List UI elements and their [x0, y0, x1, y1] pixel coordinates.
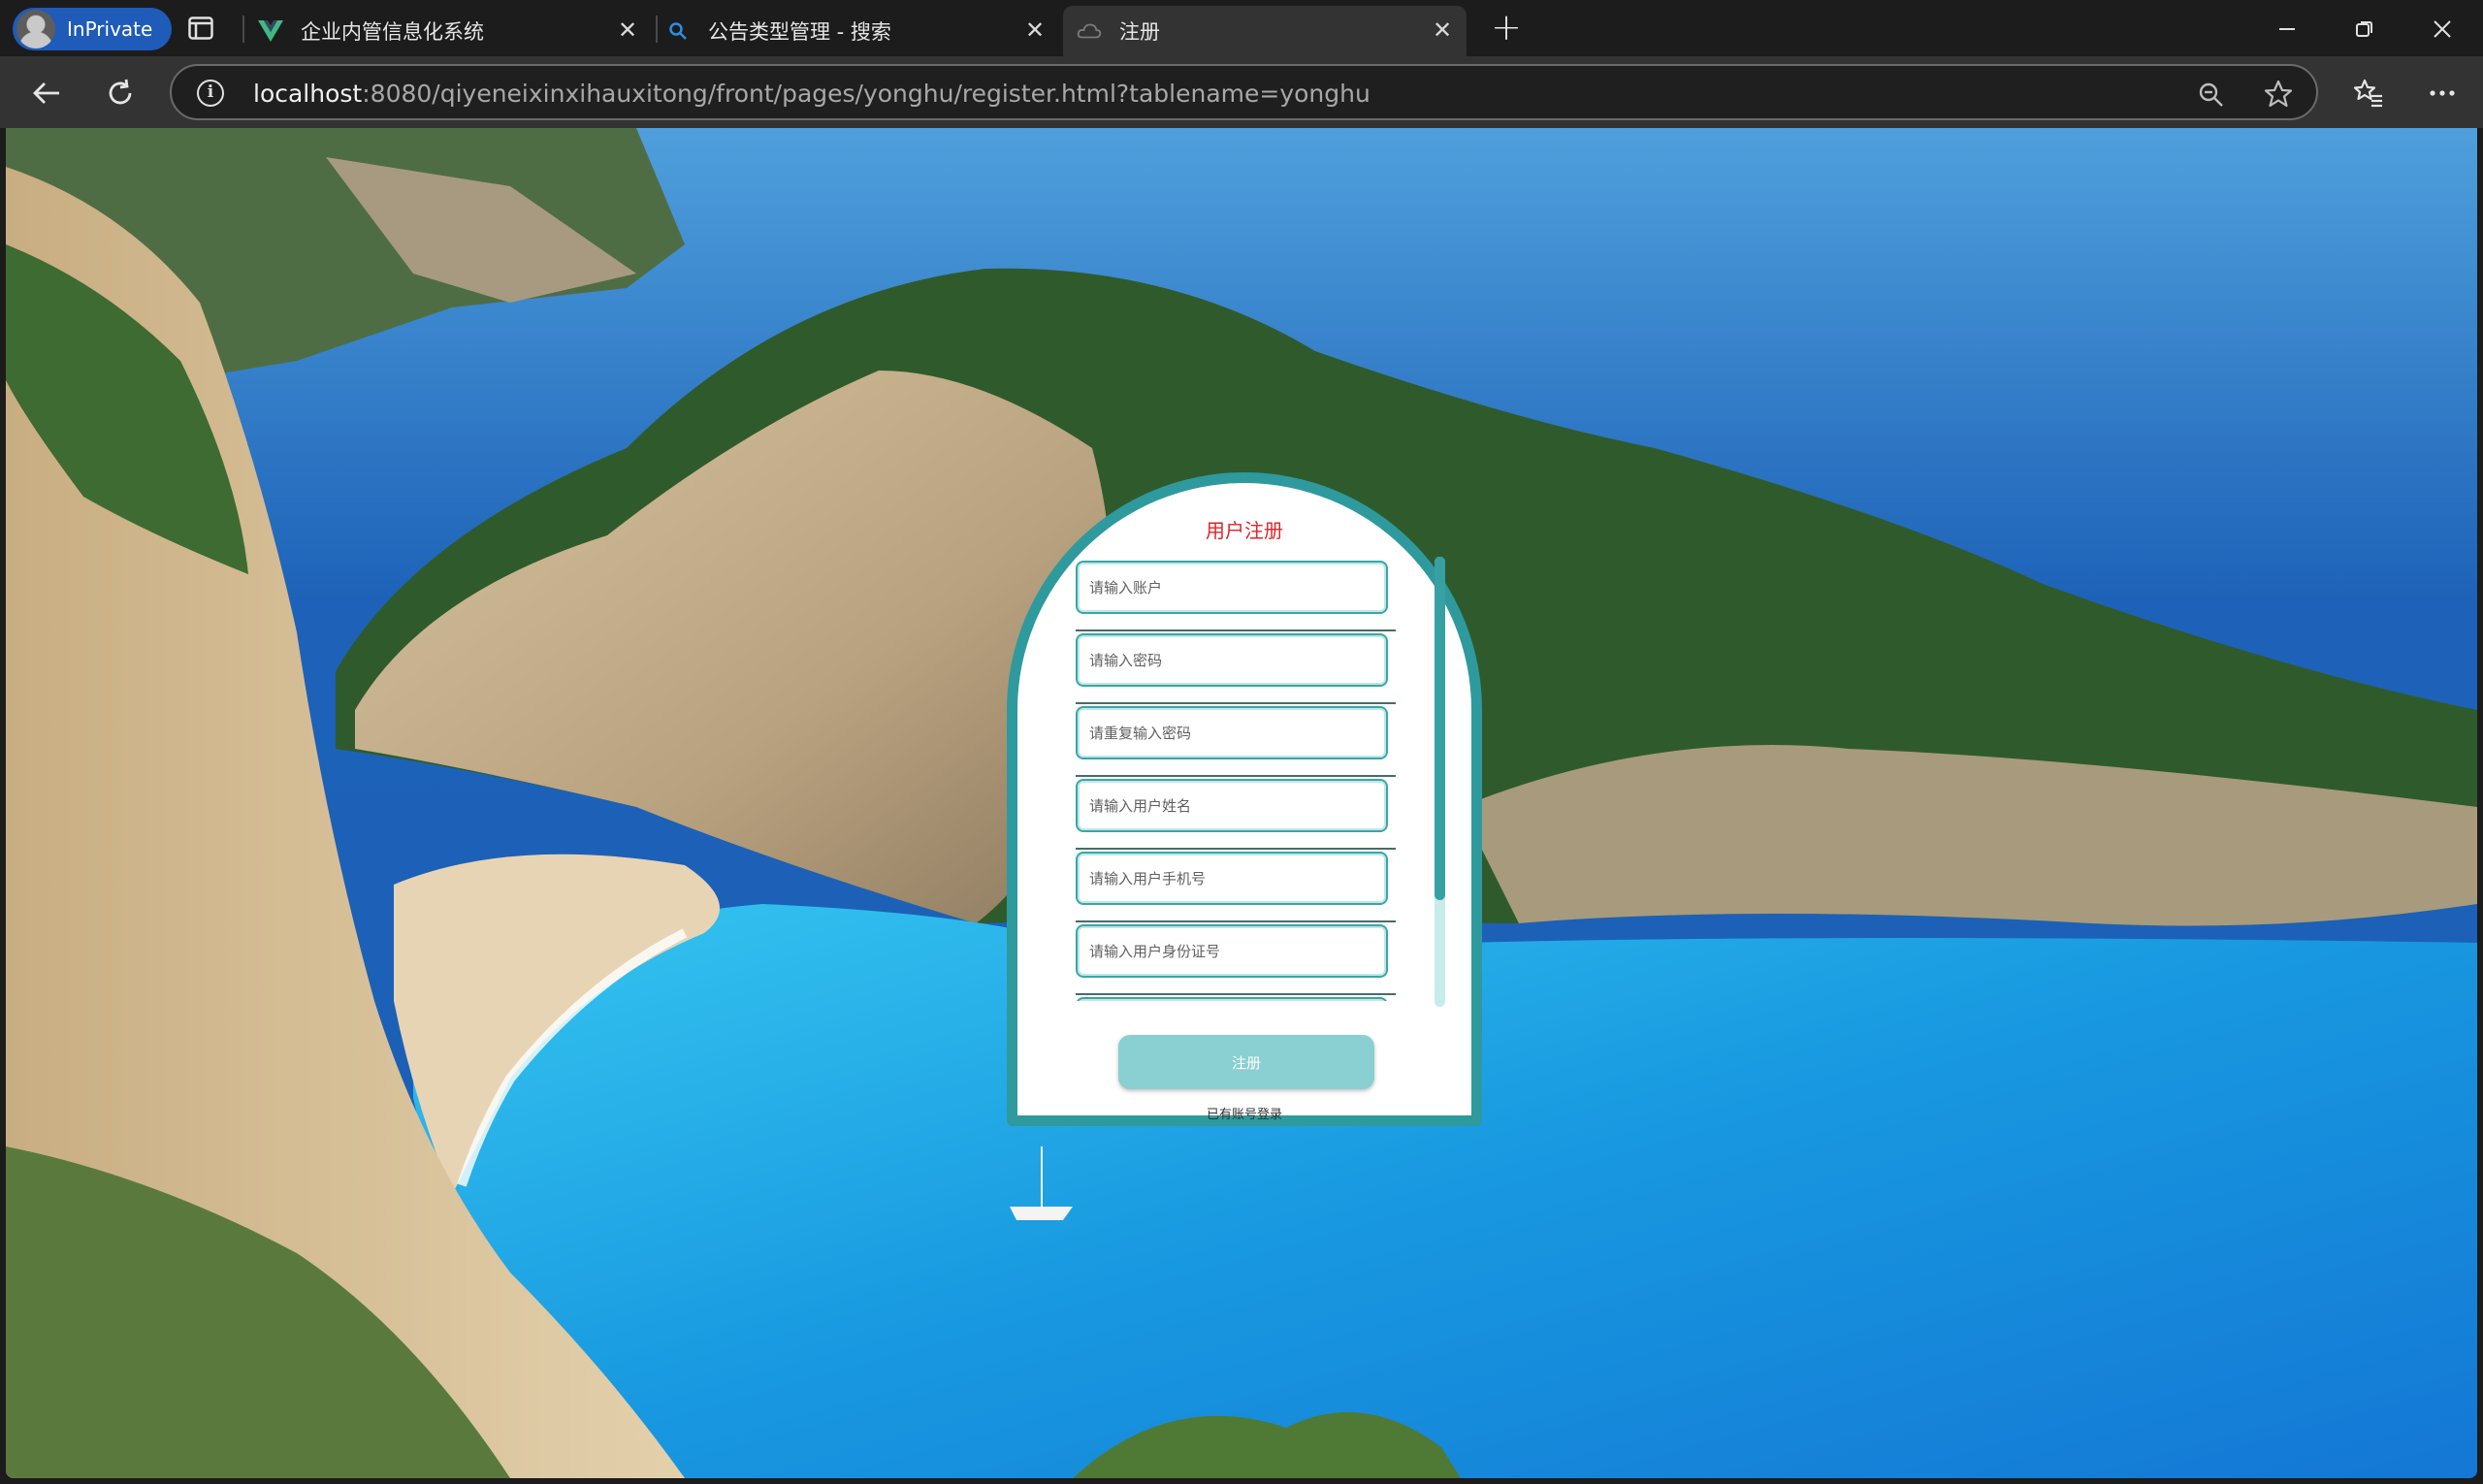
password-input[interactable] [1076, 633, 1388, 687]
register-card: 用户注册 请输入账户 请输入用户姓名 请输入用户手机号 请输入用户身份证号 注册… [1007, 472, 1482, 1126]
form-scrollbar-thumb[interactable] [1435, 557, 1445, 900]
tab-title: 企业内管信息化系统 [301, 20, 484, 44]
form-row [1076, 850, 1396, 922]
tab-actions-icon[interactable] [186, 14, 215, 43]
tab-bar: InPrivate 企业内管信息化系统 ✕ 公告类型管理 - 搜索 ✕ 注册 ✕… [0, 0, 2483, 56]
back-arrow-icon[interactable] [25, 72, 68, 114]
close-icon[interactable]: ✕ [1022, 17, 1048, 43]
login-link[interactable]: 已有账号登录 [1017, 1104, 1471, 1122]
close-icon[interactable]: ✕ [615, 17, 640, 43]
form-row [1076, 704, 1396, 777]
form-row [1076, 995, 1396, 1001]
minimize-icon[interactable] [2268, 10, 2306, 48]
search-icon [665, 18, 691, 44]
account-input[interactable] [1076, 561, 1388, 614]
user-name-input[interactable] [1076, 779, 1388, 832]
inprivate-badge[interactable]: InPrivate [13, 8, 173, 50]
register-form[interactable] [1076, 559, 1396, 1001]
more-menu-icon[interactable] [2421, 72, 2464, 114]
form-row [1076, 559, 1396, 631]
tab-register[interactable]: 注册 ✕ [1063, 6, 1467, 56]
tab-announcement-search[interactable]: 公告类型管理 - 搜索 ✕ [661, 6, 1059, 56]
url-text[interactable]: localhost:8080/qiyeneixinxihauxitong/fro… [253, 80, 1370, 108]
tab-title: 注册 [1119, 20, 1160, 44]
next-field-input[interactable] [1076, 997, 1388, 1001]
form-scrollbar[interactable] [1435, 557, 1445, 1007]
user-phone-input[interactable] [1076, 852, 1388, 905]
restore-icon[interactable] [2345, 10, 2384, 48]
user-id-card-input[interactable] [1076, 924, 1388, 978]
tab-separator [656, 16, 658, 43]
tab-enterprise-system[interactable]: 企业内管信息化系统 ✕ [254, 6, 652, 56]
vue-v-icon [258, 18, 283, 44]
form-row [1076, 777, 1396, 850]
favorite-star-icon[interactable] [2262, 78, 2295, 111]
zoom-icon[interactable] [2194, 78, 2227, 111]
site-info-icon[interactable]: i [197, 80, 224, 107]
favorites-list-icon[interactable] [2347, 72, 2390, 114]
close-window-icon[interactable] [2423, 10, 2462, 48]
new-tab-button[interactable]: + [1490, 9, 1523, 46]
url-bar[interactable]: i localhost:8080/qiyeneixinxihauxitong/f… [170, 64, 2318, 120]
address-bar: i localhost:8080/qiyeneixinxihauxitong/f… [0, 56, 2483, 128]
register-button[interactable]: 注册 [1118, 1035, 1374, 1089]
repeat-password-input[interactable] [1076, 706, 1388, 759]
form-row [1076, 631, 1396, 704]
refresh-icon[interactable] [99, 72, 142, 114]
tab-separator [242, 16, 244, 43]
form-row [1076, 922, 1396, 995]
page-viewport: 用户注册 请输入账户 请输入用户姓名 请输入用户手机号 请输入用户身份证号 注册… [6, 128, 2477, 1478]
profile-avatar-icon [16, 10, 55, 48]
close-icon[interactable]: ✕ [1430, 17, 1455, 43]
inprivate-label: InPrivate [67, 17, 153, 41]
cloud-icon [1077, 18, 1102, 44]
register-title: 用户注册 [1206, 519, 1283, 542]
tab-title: 公告类型管理 - 搜索 [708, 20, 891, 44]
